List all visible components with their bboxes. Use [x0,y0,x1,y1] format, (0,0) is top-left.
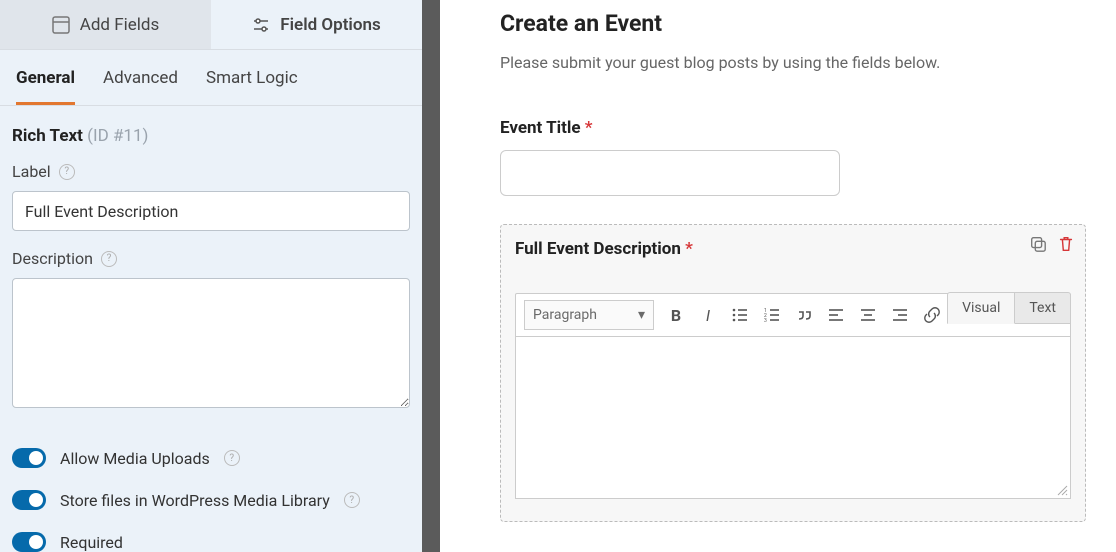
italic-icon[interactable]: I [698,305,718,325]
duplicate-icon[interactable] [1029,235,1047,253]
label-input[interactable] [12,191,410,231]
format-dropdown[interactable]: Paragraph ▾ [524,300,654,330]
field-event-title[interactable]: Event Title * [500,118,1086,196]
full-desc-label: Full Event Description * [515,239,1071,259]
help-icon[interactable]: ? [344,492,360,508]
description-field-label: Description ? [12,249,410,268]
event-title-label: Event Title * [500,118,1086,138]
numbered-list-icon[interactable]: 123 [762,305,782,325]
required-asterisk: * [585,118,593,138]
resize-handle-icon[interactable] [1056,484,1068,496]
toggle-allow-media-label: Allow Media Uploads [60,449,210,468]
help-icon[interactable]: ? [101,251,117,267]
sliders-icon [252,16,270,34]
editor-tab-text[interactable]: Text [1015,292,1071,324]
toggle-required[interactable] [12,532,46,552]
bold-icon[interactable]: B [666,305,686,325]
align-right-icon[interactable] [890,305,910,325]
field-type-name: Rich Text [12,126,83,146]
field-type-header: Rich Text (ID #11) [0,106,422,162]
chevron-down-icon: ▾ [638,307,645,323]
subtab-advanced[interactable]: Advanced [103,68,178,105]
field-full-description[interactable]: Full Event Description * Visual Text Par… [500,224,1086,522]
tab-add-fields[interactable]: Add Fields [0,0,211,49]
form-title: Create an Event [500,10,1086,37]
help-icon[interactable]: ? [59,164,75,180]
description-input[interactable] [12,278,410,408]
toggle-required-label: Required [60,533,123,552]
toggle-store-files[interactable] [12,490,46,510]
blockquote-icon[interactable] [794,305,814,325]
subtab-smart-logic[interactable]: Smart Logic [206,68,298,105]
subtab-general[interactable]: General [16,68,75,105]
tab-field-options-label: Field Options [280,15,380,35]
bullet-list-icon[interactable] [730,305,750,325]
editor-body[interactable] [515,337,1071,499]
editor-tab-visual[interactable]: Visual [947,292,1015,324]
field-id-label: (ID #11) [87,126,148,146]
required-asterisk: * [685,239,693,259]
event-title-input[interactable] [500,150,840,196]
toggle-store-files-label: Store files in WordPress Media Library [60,491,330,510]
label-field-label: Label ? [12,162,410,181]
tab-add-fields-label: Add Fields [80,15,160,35]
form-description: Please submit your guest blog posts by u… [500,53,1086,72]
toggle-allow-media[interactable] [12,448,46,468]
tab-field-options[interactable]: Field Options [211,0,422,49]
align-left-icon[interactable] [826,305,846,325]
help-icon[interactable]: ? [224,450,240,466]
align-center-icon[interactable] [858,305,878,325]
trash-icon[interactable] [1057,235,1075,253]
svg-text:3: 3 [764,318,767,324]
add-fields-icon [52,16,70,34]
link-icon[interactable] [922,305,942,325]
